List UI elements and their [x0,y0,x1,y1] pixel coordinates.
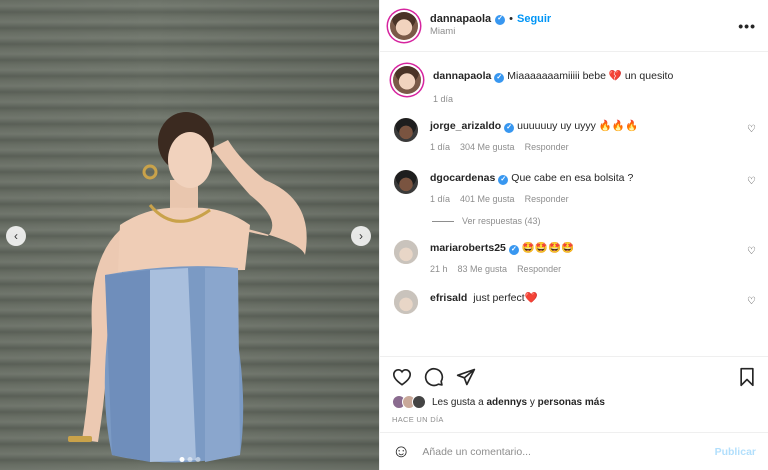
chevron-right-icon: › [359,229,363,243]
reply-button[interactable]: Responder [525,142,569,152]
comment-input[interactable] [422,445,703,458]
verified-badge-icon: ✓ [498,175,509,185]
emoji-icon[interactable]: ☺ [392,441,410,462]
commenter-avatar[interactable] [394,118,418,142]
verified-badge-icon: ✓ [504,123,515,133]
post-photo [68,112,307,463]
comment-time: 1 día [430,194,451,204]
commenter-avatar[interactable] [394,170,418,194]
post-actions: Les gusta a adennys y personas más HACE … [380,356,768,432]
comment-username[interactable]: mariaroberts25 [430,242,506,254]
verified-badge-icon: ✓ [508,245,519,255]
caption-time: 1 día [433,94,454,104]
post-sidebar: dannapaola ✓ • Seguir Miami ••• dannapao… [379,0,768,470]
separator: • [509,12,513,25]
view-replies-button[interactable]: Ver respuestas (43) [432,216,756,226]
share-send-icon[interactable] [456,367,476,387]
comment-username[interactable]: jorge_arizaldo [430,120,501,132]
caption-username[interactable]: dannapaola [433,70,491,82]
caption: dannapaola ✓ Miaaaaaaamiiiii bebe 💔 un qu… [392,64,756,104]
reply-button[interactable]: Responder [517,264,561,274]
like-heart-icon[interactable] [392,368,412,386]
commenter-avatar[interactable] [394,290,418,314]
liker-username[interactable]: adennys [487,397,528,408]
like-comment-heart-icon[interactable]: ♡ [747,296,756,307]
more-options-icon[interactable]: ••• [738,18,756,34]
post-image[interactable]: ‹ › [0,0,379,470]
comment-bubble-icon[interactable] [424,367,444,387]
publish-button[interactable]: Publicar [715,446,756,458]
post-timestamp: HACE UN DÍA [392,415,444,424]
comment-time: 1 día [430,142,451,152]
likes-text: Les gusta a adennys y personas más [432,396,605,408]
comments-list[interactable]: dannapaola ✓ Miaaaaaaamiiiii bebe 💔 un qu… [380,52,768,356]
comment-username[interactable]: dgocardenas [430,172,495,184]
comment-item: jorge_arizaldo ✓ uuuuuuy uy uyyy 🔥🔥🔥 1 dí… [392,118,756,152]
post-header: dannapaola ✓ • Seguir Miami ••• [380,0,768,52]
add-comment-bar: ☺ Publicar [380,432,768,470]
author-username[interactable]: dannapaola [430,13,491,27]
comment-text: uuuuuuy uy uyyy 🔥🔥🔥 [517,120,639,132]
comment-item: efrisald just perfect❤️ ♡ [392,290,756,314]
liker-avatars [392,395,426,409]
caption-text: Miaaaaaaamiiiii bebe 💔 un quesito [507,70,674,82]
comment-text: just perfect❤️ [473,292,538,304]
author-avatar[interactable] [390,11,418,40]
likes-summary[interactable]: Les gusta a adennys y personas más [392,395,756,409]
comment-username[interactable]: efrisald [430,292,467,304]
commenter-avatar[interactable] [394,240,418,264]
comment-item: mariaroberts25 ✓ 🤩🤩🤩🤩 21 h 83 Me gusta Re… [392,240,756,274]
comment-text: 🤩🤩🤩🤩 [521,242,575,254]
verified-badge-icon: ✓ [495,14,506,25]
carousel-indicator [179,457,200,462]
view-replies-label: Ver respuestas (43) [462,216,541,226]
comment-likes[interactable]: 304 Me gusta [460,142,515,152]
post-location[interactable]: Miami [430,26,551,38]
comment-time: 21 h [430,264,448,274]
comment-item: dgocardenas ✓ Que cabe en esa bolsita ? 1… [392,170,756,204]
chevron-left-icon: ‹ [14,229,18,243]
follow-button[interactable]: Seguir [517,13,551,27]
comment-likes[interactable]: 401 Me gusta [460,194,515,204]
previous-image-button[interactable]: ‹ [6,226,26,246]
like-comment-heart-icon[interactable]: ♡ [747,124,756,135]
next-image-button[interactable]: › [351,226,371,246]
save-bookmark-icon[interactable] [738,367,756,387]
comment-text: Que cabe en esa bolsita ? [511,172,634,184]
verified-badge-icon: ✓ [494,73,505,83]
like-comment-heart-icon[interactable]: ♡ [747,176,756,187]
reply-button[interactable]: Responder [525,194,569,204]
comment-likes[interactable]: 83 Me gusta [458,264,508,274]
caption-avatar[interactable] [393,66,421,94]
other-likers-link[interactable]: personas más [538,397,605,408]
like-comment-heart-icon[interactable]: ♡ [747,246,756,257]
